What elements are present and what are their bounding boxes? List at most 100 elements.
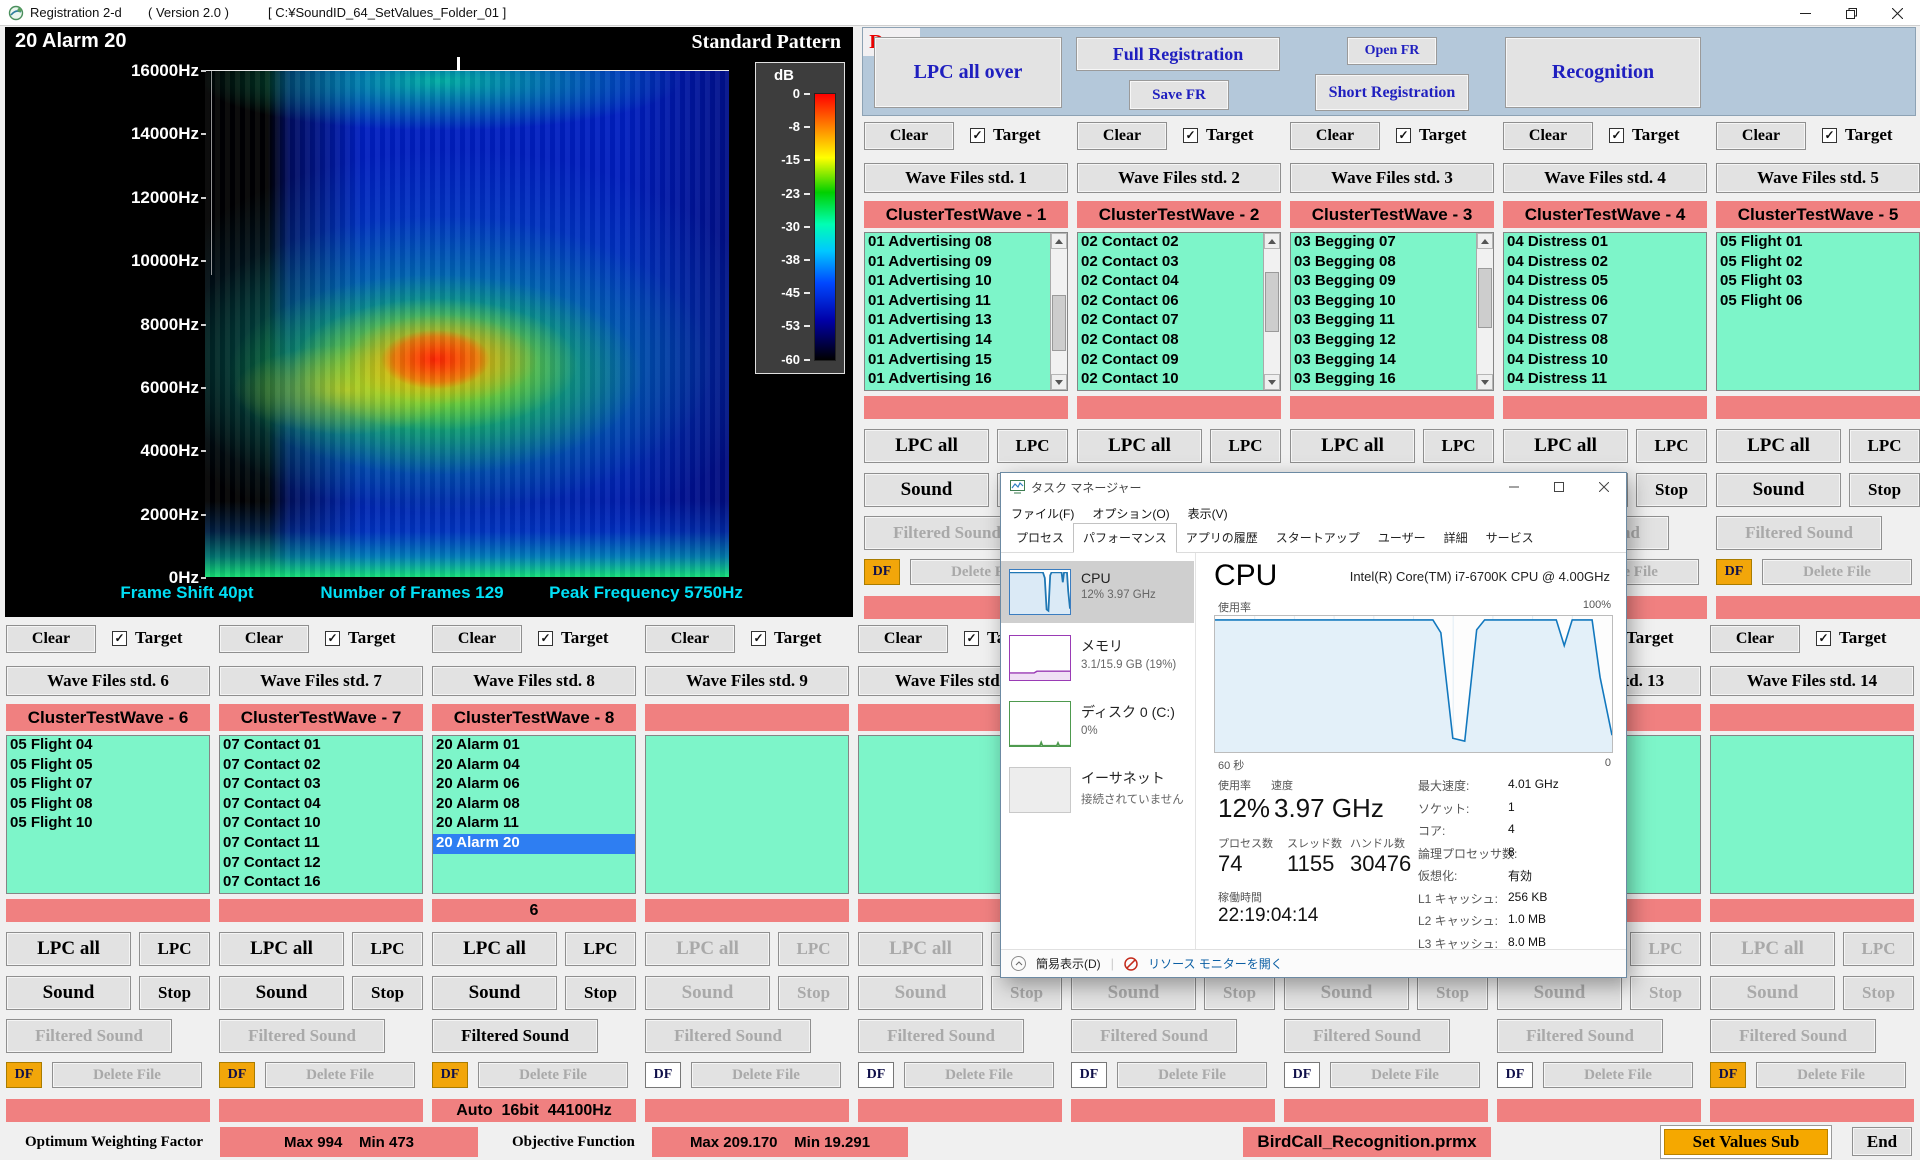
tm-sidebar-memory[interactable]: メモリ 3.1/15.9 GB (19%) [1001,627,1194,689]
scrollbar[interactable] [1263,233,1280,390]
sound-button[interactable]: Sound [1716,473,1841,507]
list-item[interactable]: 04 Distress 11 [1504,370,1706,390]
wave-file-list[interactable] [645,735,849,894]
list-item[interactable]: 20 Alarm 06 [433,775,635,795]
scrollbar-thumb[interactable] [1265,272,1279,332]
list-item[interactable]: 01 Advertising 09 [865,253,1067,273]
list-item[interactable]: 04 Distress 10 [1504,351,1706,371]
lpc-button[interactable]: LPC [1423,429,1494,463]
list-item[interactable]: 02 Contact 08 [1078,331,1280,351]
list-item[interactable]: 01 Advertising 13 [865,311,1067,331]
sound-button[interactable]: Sound [1497,976,1622,1010]
wave-file-list[interactable]: 05 Flight 0405 Flight 0505 Flight 0705 F… [6,735,210,894]
list-item[interactable]: 05 Flight 06 [1717,292,1919,312]
list-item[interactable]: 01 Advertising 08 [865,233,1067,253]
lpc-button[interactable]: LPC [139,932,210,966]
open-fr-button[interactable]: Open FR [1347,37,1437,65]
tm-tab-processes[interactable]: プロセス [1007,524,1073,552]
lpc-all-button[interactable]: LPC all [1077,429,1202,463]
list-item[interactable]: 04 Distress 07 [1504,311,1706,331]
lpc-button[interactable]: LPC [565,932,636,966]
list-item[interactable]: 03 Begging 11 [1291,311,1493,331]
list-item[interactable]: 07 Contact 16 [220,873,422,893]
tm-close-icon[interactable] [1581,473,1626,501]
scroll-up-icon[interactable] [1477,233,1493,249]
list-item[interactable]: 05 Flight 03 [1717,272,1919,292]
tm-sidebar-disk[interactable]: ディスク 0 (C:) 0% [1001,693,1194,755]
list-item[interactable]: 01 Advertising 14 [865,331,1067,351]
scroll-down-icon[interactable] [1477,374,1493,390]
sound-button[interactable]: Sound [645,976,770,1010]
lpc-all-button[interactable]: LPC all [1716,429,1841,463]
tm-minimize-icon[interactable] [1491,473,1536,501]
filtered-sound-button[interactable]: Filtered Sound [1497,1019,1663,1053]
list-item[interactable]: 07 Contact 03 [220,775,422,795]
df-button[interactable]: DF [1497,1062,1533,1088]
target-checkbox[interactable]: Target [325,628,396,648]
list-item[interactable]: 07 Contact 04 [220,795,422,815]
lpc-all-button[interactable]: LPC all [864,429,989,463]
tm-tab-app-history[interactable]: アプリの履歴 [1177,524,1267,552]
task-manager-titlebar[interactable]: タスク マネージャー [1001,473,1626,501]
df-button[interactable]: DF [864,559,900,585]
list-item[interactable]: 05 Flight 07 [7,775,209,795]
list-item[interactable]: 07 Contact 12 [220,854,422,874]
list-item[interactable]: 07 Contact 01 [220,736,422,756]
list-item[interactable]: 03 Begging 07 [1291,233,1493,253]
list-item[interactable]: 20 Alarm 08 [433,795,635,815]
stop-button[interactable]: Stop [1204,976,1275,1010]
scrollbar[interactable] [1050,233,1067,390]
sound-button[interactable]: Sound [219,976,344,1010]
tm-tab-performance[interactable]: パフォーマンス [1073,523,1177,553]
wave-file-list[interactable] [1710,735,1914,894]
target-checkbox[interactable]: Target [1396,125,1467,145]
filtered-sound-button[interactable]: Filtered Sound [219,1019,385,1053]
list-item[interactable]: 02 Contact 03 [1078,253,1280,273]
clear-button[interactable]: Clear [432,625,522,653]
list-item[interactable]: 04 Distress 01 [1504,233,1706,253]
list-item[interactable]: 20 Alarm 20 [433,834,635,854]
tm-resource-monitor-link[interactable]: リソース モニターを開く [1148,955,1283,972]
target-checkbox[interactable]: Target [1183,125,1254,145]
tm-sidebar-cpu[interactable]: CPU 12% 3.97 GHz [1001,561,1194,623]
list-item[interactable]: 04 Distress 05 [1504,272,1706,292]
df-button[interactable]: DF [1716,559,1752,585]
wave-files-std-button[interactable]: Wave Files std. 3 [1290,163,1494,193]
end-button[interactable]: End [1852,1127,1912,1156]
wave-files-std-button[interactable]: Wave Files std. 5 [1716,163,1920,193]
sound-button[interactable]: Sound [432,976,557,1010]
wave-file-list[interactable]: 20 Alarm 0120 Alarm 0420 Alarm 0620 Alar… [432,735,636,894]
lpc-all-button[interactable]: LPC all [6,932,131,966]
stop-button[interactable]: Stop [1630,976,1701,1010]
short-registration-button[interactable]: Short Registration [1315,74,1469,111]
target-checkbox[interactable]: Target [751,628,822,648]
wave-file-list[interactable]: 02 Contact 0202 Contact 0302 Contact 040… [1077,232,1281,391]
lpc-button[interactable]: LPC [997,429,1068,463]
tm-menu-options[interactable]: オプション(O) [1092,505,1169,522]
df-button[interactable]: DF [219,1062,255,1088]
target-checkbox[interactable]: Target [538,628,609,648]
scroll-up-icon[interactable] [1051,233,1067,249]
sound-button[interactable]: Sound [1710,976,1835,1010]
list-item[interactable]: 01 Advertising 15 [865,351,1067,371]
wave-file-list[interactable]: 07 Contact 0107 Contact 0207 Contact 030… [219,735,423,894]
list-item[interactable]: 05 Flight 02 [1717,253,1919,273]
list-item[interactable]: 07 Contact 10 [220,814,422,834]
lpc-all-over-button[interactable]: LPC all over [874,37,1062,108]
clear-button[interactable]: Clear [864,122,954,150]
delete-file-button[interactable]: Delete File [52,1062,202,1088]
list-item[interactable]: 03 Begging 16 [1291,370,1493,390]
list-item[interactable]: 03 Begging 08 [1291,253,1493,273]
list-item[interactable]: 05 Flight 04 [7,736,209,756]
delete-file-button[interactable]: Delete File [1543,1062,1693,1088]
delete-file-button[interactable]: Delete File [478,1062,628,1088]
list-item[interactable]: 20 Alarm 04 [433,756,635,776]
save-fr-button[interactable]: Save FR [1129,80,1229,110]
scrollbar-thumb[interactable] [1052,295,1066,351]
filtered-sound-button[interactable]: Filtered Sound [1071,1019,1237,1053]
clear-button[interactable]: Clear [219,625,309,653]
list-item[interactable]: 05 Flight 10 [7,814,209,834]
stop-button[interactable]: Stop [139,976,210,1010]
stop-button[interactable]: Stop [991,976,1062,1010]
filtered-sound-button[interactable]: Filtered Sound [645,1019,811,1053]
